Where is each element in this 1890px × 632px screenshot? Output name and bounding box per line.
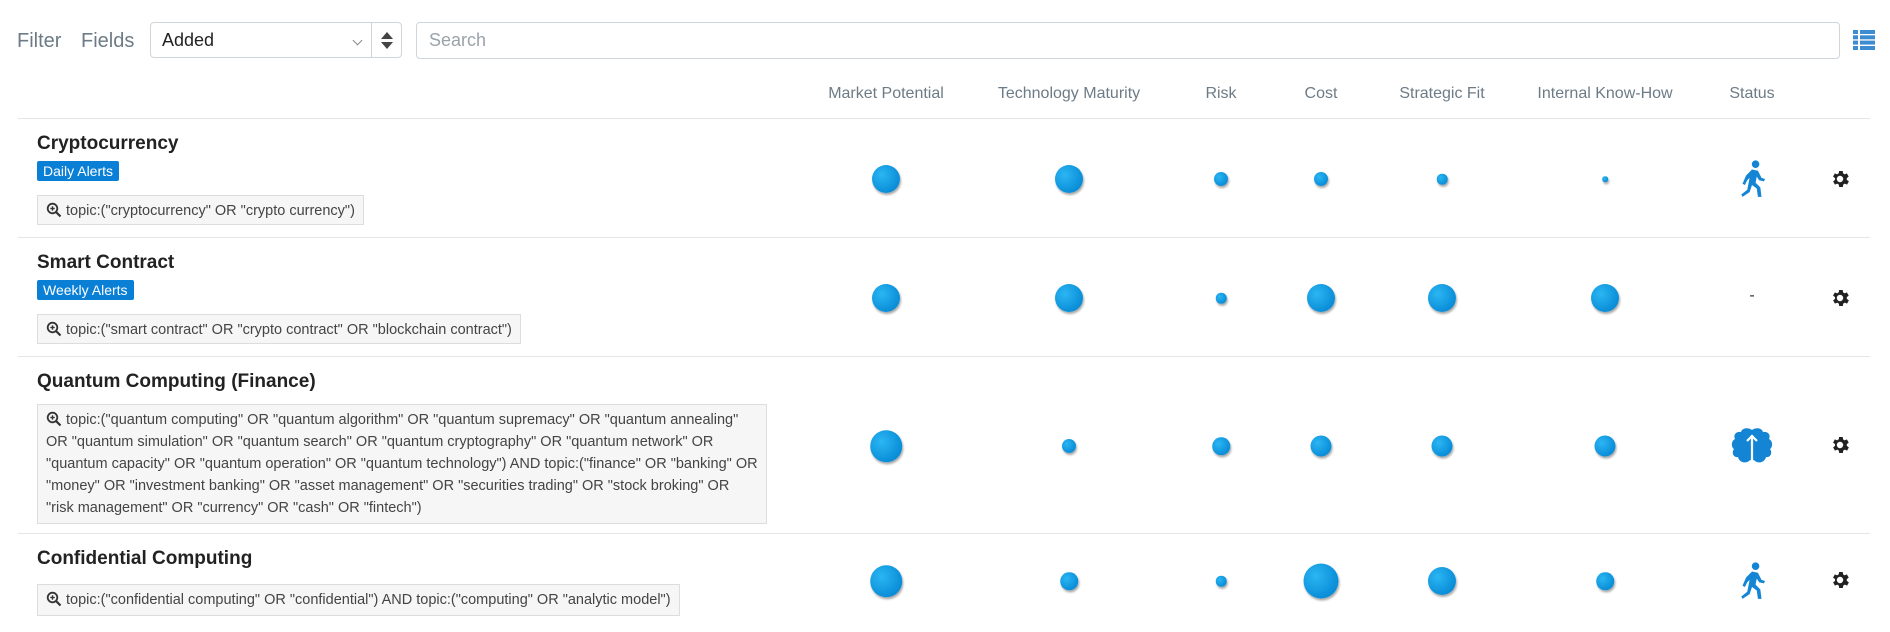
gear-icon[interactable] [1829, 287, 1851, 309]
query-box: topic:("cryptocurrency" OR "crypto curre… [37, 195, 364, 225]
row-title[interactable]: Confidential Computing [37, 548, 252, 570]
score-bubble [872, 284, 900, 312]
score-bubble [1212, 437, 1230, 455]
zoom-in-icon [46, 202, 62, 218]
score-bubble [1060, 572, 1078, 590]
row-title[interactable]: Cryptocurrency [37, 133, 179, 155]
query-box: topic:("confidential computing" OR "conf… [37, 584, 680, 616]
query-text: topic:("confidential computing" OR "conf… [66, 592, 671, 608]
zoom-in-icon [46, 321, 62, 337]
score-bubble [1436, 173, 1448, 185]
alert-badge: Daily Alerts [37, 161, 120, 181]
gear-icon[interactable] [1829, 569, 1851, 591]
column-header-strategic-fit[interactable]: Strategic Fit [1399, 85, 1484, 103]
column-header-market-potential[interactable]: Market Potential [828, 85, 944, 103]
walking-person-icon [1741, 160, 1766, 197]
column-header-risk[interactable]: Risk [1205, 85, 1236, 103]
zoom-in-icon [46, 411, 62, 427]
fields-button[interactable]: Fields [81, 30, 134, 53]
score-bubble [1303, 563, 1339, 599]
toolbar: Filter Fields Added [0, 0, 1890, 80]
filter-button[interactable]: Filter [17, 30, 61, 53]
sort-down-icon [381, 42, 393, 49]
alert-badge: Weekly Alerts [37, 280, 134, 300]
score-bubble [1428, 284, 1456, 312]
query-text: topic:("quantum computing" OR "quantum a… [46, 412, 758, 516]
score-bubble [1431, 435, 1453, 457]
status-value: - [1749, 287, 1755, 304]
sort-select-value: Added [162, 30, 215, 50]
table-row[interactable]: Confidential Computing topic:("confident… [18, 534, 1870, 632]
column-header-status[interactable]: Status [1729, 85, 1774, 103]
score-bubble [872, 165, 900, 193]
column-header-internal-know-how[interactable]: Internal Know-How [1537, 85, 1672, 103]
chevron-down-icon [352, 35, 363, 46]
table-row[interactable]: Cryptocurrency Daily Alerts topic:("cryp… [18, 119, 1870, 238]
gear-icon[interactable] [1829, 434, 1851, 456]
column-header-cost[interactable]: Cost [1305, 85, 1338, 103]
score-bubble [1055, 165, 1083, 193]
brain-icon [1731, 428, 1773, 463]
row-title[interactable]: Smart Contract [37, 252, 174, 274]
query-box: topic:("smart contract" OR "crypto contr… [37, 314, 521, 344]
score-bubble [1215, 292, 1227, 304]
gear-icon[interactable] [1829, 168, 1851, 190]
column-header-technology-maturity[interactable]: Technology Maturity [998, 85, 1140, 103]
zoom-in-icon [46, 591, 62, 607]
query-text: topic:("cryptocurrency" OR "crypto curre… [66, 203, 355, 219]
score-bubble [1428, 567, 1456, 595]
sort-select[interactable]: Added [150, 22, 372, 58]
score-bubble [1596, 572, 1614, 590]
sort-direction-toggle[interactable] [372, 22, 402, 58]
score-bubble [1314, 172, 1328, 186]
score-bubble [1602, 176, 1608, 182]
search-input[interactable] [416, 22, 1840, 59]
query-text: topic:("smart contract" OR "crypto contr… [66, 322, 512, 338]
score-bubble [1214, 172, 1228, 186]
table-row[interactable]: Smart Contract Weekly Alerts topic:("sma… [18, 238, 1870, 357]
score-bubble [870, 430, 902, 462]
score-bubble [1310, 435, 1332, 457]
score-bubble [870, 565, 902, 597]
walking-person-icon [1741, 562, 1766, 599]
table-row[interactable]: Quantum Computing (Finance) topic:("quan… [18, 357, 1870, 534]
score-bubble [1594, 435, 1616, 457]
query-box: topic:("quantum computing" OR "quantum a… [37, 404, 767, 524]
score-bubble [1062, 439, 1076, 453]
row-title[interactable]: Quantum Computing (Finance) [37, 371, 316, 393]
list-view-icon[interactable] [1853, 30, 1875, 50]
score-bubble [1591, 284, 1619, 312]
score-bubble [1055, 284, 1083, 312]
score-bubble [1307, 284, 1335, 312]
sort-up-icon [381, 32, 393, 39]
score-bubble [1215, 575, 1227, 587]
